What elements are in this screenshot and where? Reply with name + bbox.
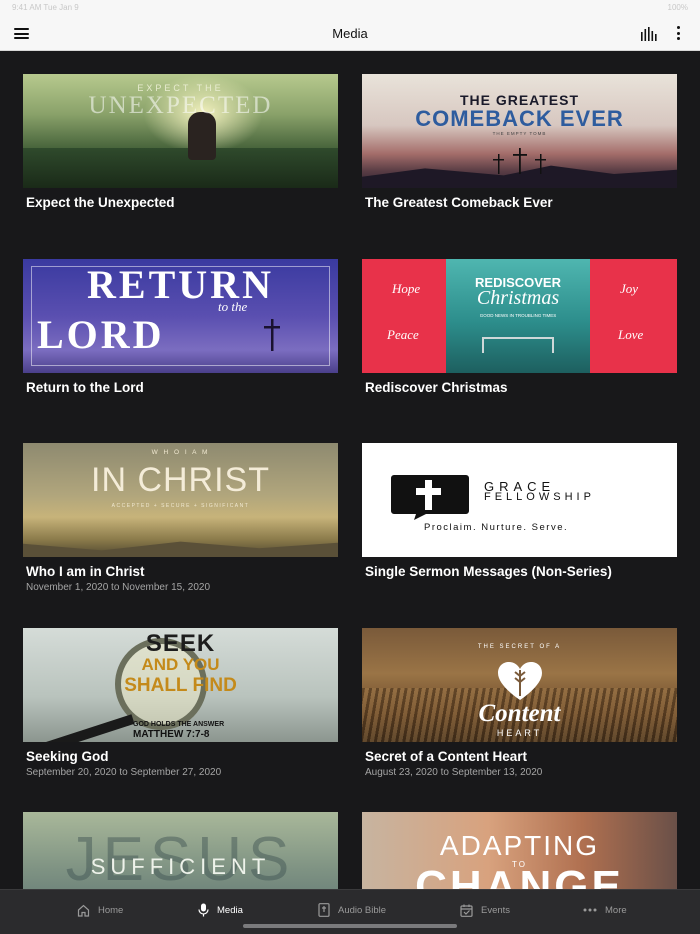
thumb-eyebrow: THE SECRET OF A [477, 644, 562, 650]
panel-peace: Peace [387, 327, 419, 342]
media-card-who-i-am-in-christ[interactable]: W H O I A M IN CHRIST ACCEPTED + SECURE … [23, 443, 338, 593]
media-card-seeking-god[interactable]: SEEK AND YOU SHALL FIND GOD HOLDS THE AN… [23, 628, 338, 778]
media-title: Secret of a Content Heart [365, 749, 528, 764]
series-thumbnail: SEEK AND YOU SHALL FIND GOD HOLDS THE AN… [23, 628, 338, 742]
thumb-verse: MATTHEW 7:7-8 [133, 729, 210, 740]
media-title: The Greatest Comeback Ever [365, 195, 553, 210]
thumb-headline: Christmas [476, 287, 560, 309]
thumb-headline: IN CHRIST [91, 461, 270, 499]
series-thumbnail: GRACE FELLOWSHIP Proclaim. Nurture. Serv… [362, 443, 677, 557]
page-title: Media [332, 26, 368, 41]
cross-icon [264, 319, 280, 351]
media-title: Return to the Lord [26, 380, 144, 395]
microphone-icon [198, 903, 209, 917]
logo-word-fellowship: FELLOWSHIP [484, 491, 595, 503]
thumb-subheadline: SUFFICIENT [90, 854, 271, 879]
more-dots-icon [583, 908, 597, 912]
media-title: Rediscover Christmas [365, 380, 508, 395]
series-thumbnail: ADAPTING TO CHANGE [362, 812, 677, 889]
status-time: 9:41 AM Tue Jan 9 [12, 3, 79, 12]
thumb-subheadline: LORD [37, 312, 165, 357]
media-card-greatest-comeback[interactable]: THE GREATEST COMEBACK EVER THE EMPTY TOM… [362, 74, 677, 210]
thumb-line-and-you: AND YOU [141, 655, 220, 674]
logo-tagline: Proclaim. Nurture. Serve. [424, 522, 569, 533]
media-card-single-sermon-messages[interactable]: GRACE FELLOWSHIP Proclaim. Nurture. Serv… [362, 443, 677, 579]
series-thumbnail: W H O I A M IN CHRIST ACCEPTED + SECURE … [23, 443, 338, 557]
tab-label: Home [98, 904, 124, 916]
bible-icon [318, 903, 330, 917]
tab-label: Audio Bible [338, 904, 387, 916]
series-thumbnail: Hope Joy Peace Love REDISCOVER Christmas… [362, 259, 677, 373]
panel-hope: Hope [392, 281, 421, 296]
media-card-expect-the-unexpected[interactable]: EXPECT THE UNEXPECTED Expect the Unexpec… [23, 74, 338, 210]
tab-audio-bible[interactable]: Audio Bible [318, 900, 386, 920]
tab-label: More [605, 904, 627, 916]
heart-icon [498, 662, 542, 700]
status-bar: 9:41 AM Tue Jan 9 100% [0, 0, 700, 14]
thumb-tagline: GOD HOLDS THE ANSWER [133, 721, 225, 728]
thumb-subheadline: HEART [496, 728, 543, 738]
tab-home[interactable]: Home [77, 900, 123, 920]
tab-more[interactable]: More [583, 900, 627, 920]
media-title: Single Sermon Messages (Non-Series) [365, 564, 612, 579]
media-card-return-to-the-lord[interactable]: RETURN to the LORD Return to the Lord [23, 259, 338, 395]
thumb-subheadline: CHANGE [415, 862, 624, 889]
media-card-jesus-sufficient[interactable]: JESUS SUFFICIENT [23, 812, 338, 889]
thumb-tagline: GOOD NEWS IN TROUBLING TIMES [479, 313, 557, 318]
series-thumbnail: RETURN to the LORD [23, 259, 338, 373]
tab-media[interactable]: Media [198, 900, 243, 920]
thumb-headline: COMEBACK EVER [415, 106, 624, 131]
media-date-range: September 20, 2020 to September 27, 2020 [26, 767, 222, 778]
home-indicator [243, 924, 457, 928]
media-card-adapting-to-change[interactable]: ADAPTING TO CHANGE [362, 812, 677, 889]
thumb-tagline: ACCEPTED + SECURE + SIGNIFICANT [111, 503, 250, 509]
thumb-headline: RETURN [87, 262, 274, 307]
media-card-secret-of-a-content-heart[interactable]: THE SECRET OF A Content HEART Secret of … [362, 628, 677, 778]
series-thumbnail: JESUS SUFFICIENT [23, 812, 338, 889]
home-icon [77, 904, 90, 917]
more-options-icon[interactable] [675, 26, 681, 42]
tab-events[interactable]: Events [460, 900, 510, 920]
tab-label: Events [481, 904, 511, 916]
series-thumbnail: EXPECT THE UNEXPECTED [23, 74, 338, 188]
media-grid: EXPECT THE UNEXPECTED Expect the Unexpec… [0, 51, 700, 889]
thumb-connector: to the [218, 299, 248, 314]
series-thumbnail: THE GREATEST COMEBACK EVER THE EMPTY TOM… [362, 74, 677, 188]
series-thumbnail: THE SECRET OF A Content HEART [362, 628, 677, 742]
panel-joy: Joy [620, 281, 639, 296]
thumb-line-seek: SEEK [145, 630, 216, 657]
calendar-icon [460, 904, 473, 917]
crosses-icon [493, 148, 546, 174]
grace-fellowship-logo-icon [391, 475, 469, 520]
media-title: Seeking God [26, 749, 109, 764]
battery-status: 100% [667, 3, 688, 12]
tab-label: Media [217, 904, 243, 916]
media-title: Who I am in Christ [26, 564, 145, 579]
panel-love: Love [618, 327, 644, 342]
media-title: Expect the Unexpected [26, 195, 175, 210]
thumb-line-shall-find: SHALL FIND [124, 675, 237, 696]
thumb-headline: UNEXPECTED [88, 92, 273, 119]
media-date-range: August 23, 2020 to September 13, 2020 [365, 767, 543, 778]
media-date-range: November 1, 2020 to November 15, 2020 [26, 582, 210, 593]
media-card-rediscover-christmas[interactable]: Hope Joy Peace Love REDISCOVER Christmas… [362, 259, 677, 395]
thumb-headline: ADAPTING [439, 830, 600, 861]
audio-bars-icon[interactable] [640, 27, 657, 41]
thumb-tagline: THE EMPTY TOMB [492, 131, 547, 136]
nav-bar: Media [0, 14, 700, 51]
thumb-headline: Content [478, 700, 561, 727]
thumb-eyebrow: W H O I A M [151, 449, 210, 456]
